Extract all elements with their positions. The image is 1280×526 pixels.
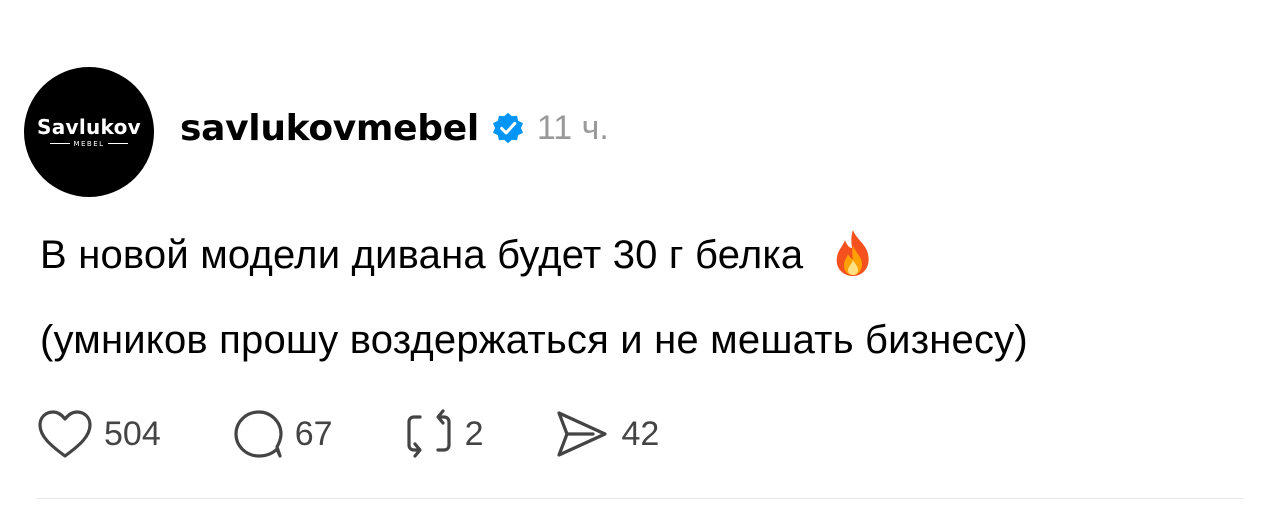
repost-button[interactable]: 2 [403, 408, 484, 460]
share-button[interactable]: 42 [553, 408, 659, 460]
repost-icon [406, 409, 451, 458]
fire-emoji-icon [836, 230, 869, 276]
send-icon [557, 411, 608, 457]
avatar-brand-text: Savlukov [37, 114, 141, 139]
heart-icon [38, 410, 92, 458]
avatar-subtitle-text: MEBEL [73, 139, 105, 148]
comment-icon [234, 410, 283, 458]
post-text-line-2: (умников прошу воздержаться и не мешать … [40, 318, 1028, 362]
like-count: 504 [104, 414, 161, 453]
post-time: 11 ч. [536, 108, 609, 147]
post-header: savlukovmebel 11 ч. [180, 100, 609, 156]
avatar[interactable]: Savlukov MEBEL [24, 67, 154, 197]
verified-badge-icon [492, 112, 523, 144]
action-bar: 504 67 2 42 [36, 408, 659, 460]
repost-count: 2 [464, 414, 484, 453]
post-text-line-1: В новой модели дивана будет 30 г белка [40, 228, 875, 278]
comment-count: 67 [294, 414, 333, 453]
divider [36, 498, 1244, 499]
comment-button[interactable]: 67 [231, 407, 333, 461]
post-text: В новой модели дивана будет 30 г белка [40, 233, 804, 277]
share-count: 42 [621, 414, 660, 453]
username[interactable]: savlukovmebel [180, 108, 479, 149]
like-button[interactable]: 504 [36, 408, 161, 460]
avatar-subtitle: MEBEL [50, 139, 128, 148]
